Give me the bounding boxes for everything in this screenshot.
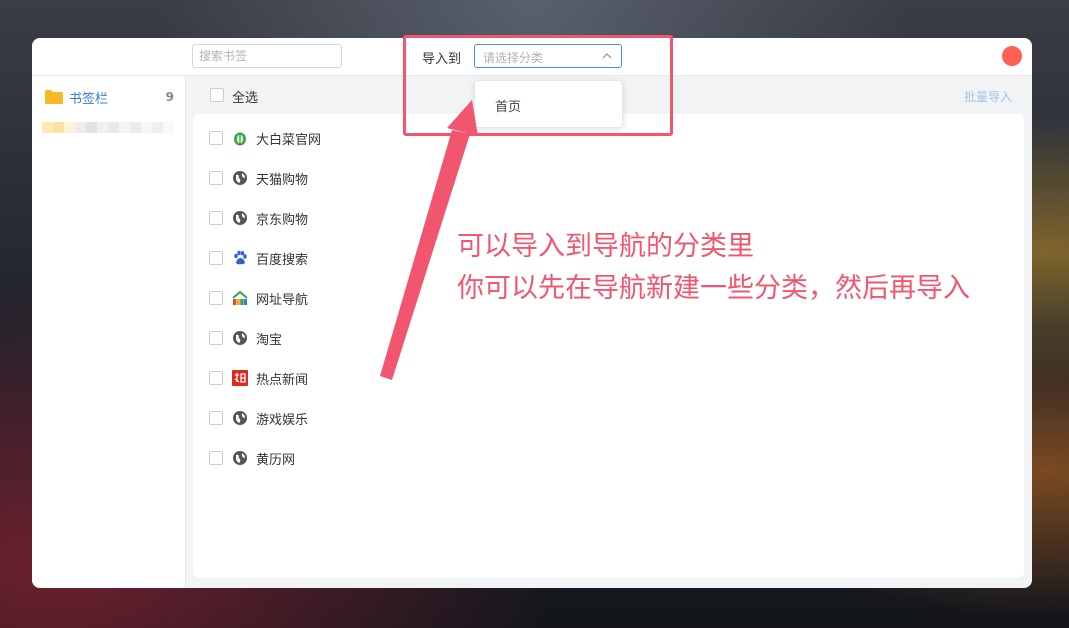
category-select-placeholder: 请选择分类 — [483, 51, 544, 65]
blurred-sidebar-item — [42, 122, 174, 146]
item-checkbox[interactable] — [209, 371, 223, 385]
list-item[interactable]: 百度搜索 — [209, 248, 308, 268]
list-item[interactable]: 天猫购物 — [209, 168, 308, 188]
baidu-paw-icon — [234, 250, 247, 265]
bookmark-label: 黄历网 — [256, 452, 296, 468]
bookmark-label: 游戏娱乐 — [256, 412, 309, 428]
select-all-checkbox[interactable] — [210, 88, 224, 102]
globe-icon — [233, 171, 247, 185]
item-checkbox[interactable] — [209, 251, 223, 265]
bookmark-list: 大白菜官网 天猫购物 京东购物 百度搜索 网址导航 淘宝 热点新闻 游戏娱乐 黄… — [193, 114, 1024, 578]
item-checkbox[interactable] — [209, 171, 223, 185]
category-select[interactable]: 请选择分类 — [474, 44, 622, 68]
list-item[interactable]: 网址导航 — [209, 288, 308, 308]
globe-icon — [233, 211, 247, 225]
import-to-label: 导入到 — [422, 52, 462, 67]
2345-icon — [232, 290, 248, 305]
news-red-icon — [232, 370, 248, 386]
list-item[interactable]: 热点新闻 — [209, 368, 308, 388]
close-button[interactable] — [1002, 46, 1022, 66]
bookmark-label: 网址导航 — [256, 292, 309, 308]
item-checkbox[interactable] — [209, 131, 223, 145]
bookmark-label: 京东购物 — [256, 212, 309, 228]
category-dropdown: 首页 — [474, 80, 623, 128]
globe-icon — [233, 451, 247, 465]
bookmark-label: 大白菜官网 — [256, 132, 322, 148]
bookmark-label: 百度搜索 — [256, 252, 309, 268]
list-item[interactable]: 京东购物 — [209, 208, 308, 228]
globe-icon — [233, 411, 247, 425]
annotation-line-2: 你可以先在导航新建一些分类，然后再导入 — [457, 273, 970, 304]
item-checkbox[interactable] — [209, 331, 223, 345]
list-item[interactable]: 游戏娱乐 — [209, 408, 308, 428]
annotation-line-1: 可以导入到导航的分类里 — [457, 231, 754, 262]
list-item[interactable]: 淘宝 — [209, 328, 282, 348]
item-checkbox[interactable] — [209, 411, 223, 425]
globe-icon — [233, 331, 247, 345]
sidebar-item-count: 9 — [165, 90, 174, 104]
cabbage-icon — [234, 132, 246, 146]
select-all-label: 全选 — [232, 91, 259, 106]
sidebar: 书签栏 9 — [32, 76, 186, 588]
item-checkbox[interactable] — [209, 451, 223, 465]
bookmark-label: 淘宝 — [256, 332, 283, 348]
sidebar-item-label: 书签栏 — [69, 91, 109, 107]
bookmark-label: 天猫购物 — [256, 172, 309, 188]
category-option-home[interactable]: 首页 — [495, 96, 521, 115]
list-item[interactable]: 黄历网 — [209, 448, 295, 468]
item-checkbox[interactable] — [209, 211, 223, 225]
search-input[interactable] — [192, 44, 342, 68]
chevron-up-icon — [602, 53, 612, 59]
item-checkbox[interactable] — [209, 291, 223, 305]
folder-icon — [45, 90, 63, 104]
list-item[interactable]: 大白菜官网 — [209, 128, 321, 148]
bookmark-label: 热点新闻 — [256, 372, 309, 388]
batch-import-button[interactable]: 批量导入 — [964, 88, 1012, 105]
sidebar-item-bookmark-bar[interactable]: 书签栏 9 — [44, 86, 174, 108]
top-bar: 导入到 请选择分类 — [32, 38, 1032, 76]
